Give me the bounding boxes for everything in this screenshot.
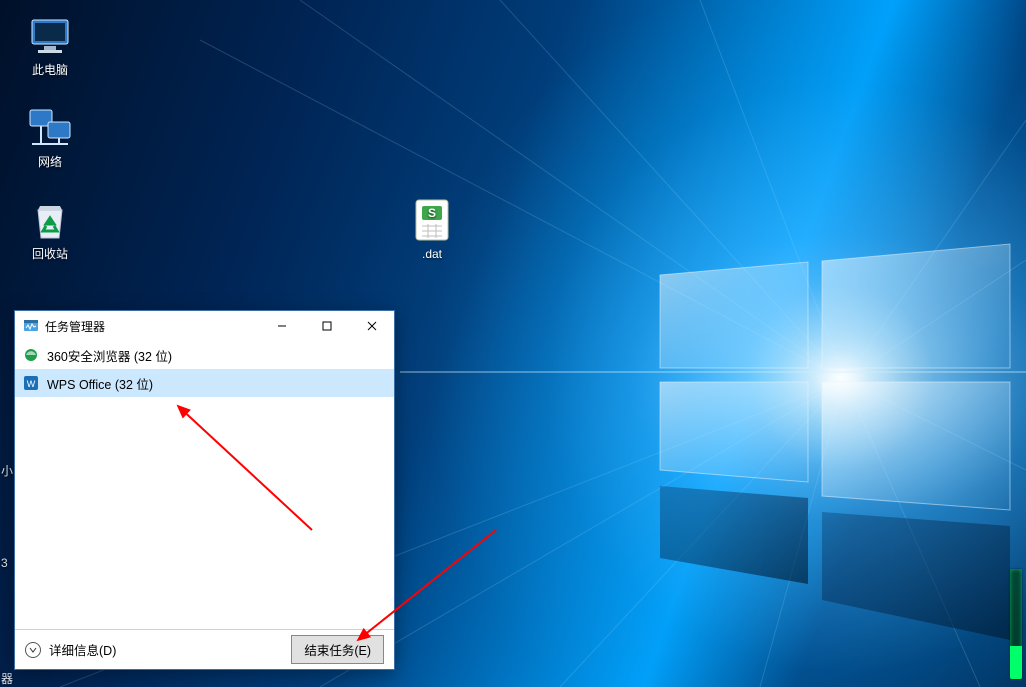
process-name: WPS Office (32 位) (47, 374, 153, 393)
edge-truncated-text-1: 小 (1, 462, 13, 479)
desktop-icon-label: 回收站 (12, 247, 88, 261)
titlebar[interactable]: 任务管理器 (15, 311, 394, 341)
process-row[interactable]: 360安全浏览器 (32 位) (15, 341, 394, 369)
spreadsheet-icon: S (408, 196, 456, 244)
window-title: 任务管理器 (45, 318, 105, 335)
desktop-icon-label: .dat (394, 247, 470, 261)
wps-icon: W (23, 375, 39, 391)
desktop-icon-label: 此电脑 (12, 63, 88, 77)
details-link[interactable]: 详细信息(D) (49, 640, 116, 659)
desktop-icon-dat-file[interactable]: S .dat (394, 196, 470, 261)
process-row[interactable]: W WPS Office (32 位) (15, 369, 394, 397)
edge-truncated-text-2: 3 (1, 556, 8, 570)
desktop-icon-this-pc[interactable]: 此电脑 (12, 12, 88, 77)
system-meter-gadget (1010, 569, 1022, 679)
desktop-icon-label: 网络 (12, 155, 88, 169)
recycle-icon (26, 196, 74, 244)
desktop-icon-network[interactable]: 网络 (12, 104, 88, 169)
task-manager-footer: 详细信息(D) 结束任务(E) (15, 629, 394, 669)
chevron-down-icon[interactable] (25, 642, 41, 658)
process-name: 360安全浏览器 (32 位) (47, 346, 172, 365)
edge-truncated-text-3: 器 (1, 670, 13, 687)
svg-text:W: W (27, 379, 36, 389)
svg-text:S: S (428, 206, 436, 220)
maximize-button[interactable] (304, 311, 349, 341)
ie-icon (23, 347, 39, 363)
task-manager-icon (23, 318, 39, 334)
close-button[interactable] (349, 311, 394, 341)
end-task-button[interactable]: 结束任务(E) (291, 635, 384, 664)
task-manager-window[interactable]: 任务管理器 360安全浏览器 (32 位)WWPS Office (32 位) … (14, 310, 395, 670)
desktop-icon-recycle[interactable]: 回收站 (12, 196, 88, 261)
network-icon (26, 104, 74, 152)
process-list[interactable]: 360安全浏览器 (32 位) W WPS Office (32 位) (15, 341, 394, 629)
minimize-button[interactable] (259, 311, 304, 341)
pc-icon (26, 12, 74, 60)
